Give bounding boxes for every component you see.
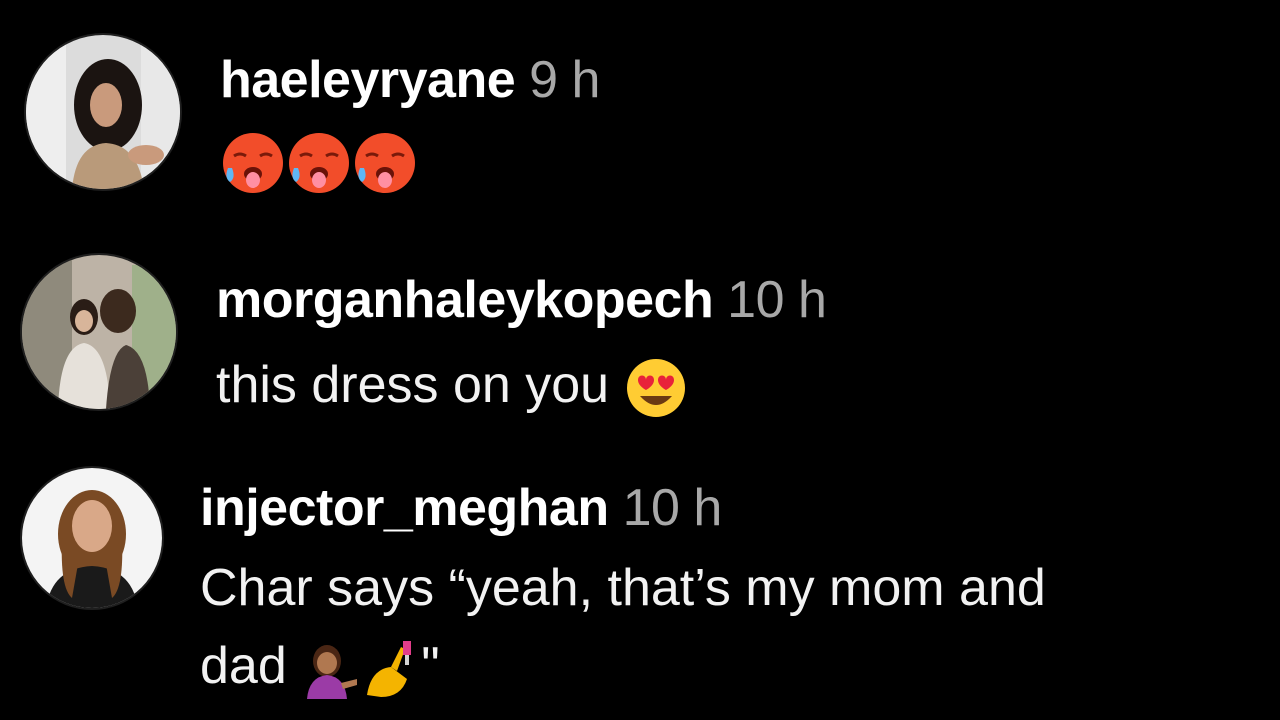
closing-quote: " [421, 637, 440, 695]
avatar[interactable] [24, 33, 182, 191]
timestamp: 10 h [727, 271, 827, 329]
tipping-hand-person-emoji [301, 639, 361, 700]
comment-body-text: Char says “yeah, that’s my mom and [200, 559, 1046, 617]
comment-text-line-1: Char says “yeah, that’s my mom and [200, 558, 1046, 618]
username-link[interactable]: haeleyryane [220, 51, 516, 109]
timestamp: 9 h [529, 51, 600, 109]
hot-face-emoji [220, 130, 286, 196]
hot-face-emoji [352, 130, 418, 196]
avatar[interactable] [20, 466, 164, 610]
comment-header: injector_meghan 10 h [200, 478, 722, 538]
username-link[interactable]: injector_meghan [200, 479, 609, 537]
comment-body-text: dad [200, 637, 287, 695]
comments-page: haeleyryane 9 h morganhaleykopech 10 h t… [0, 0, 1280, 720]
avatar[interactable] [20, 253, 178, 411]
heart-eyes-emoji [624, 356, 688, 420]
hot-face-emoji [286, 130, 352, 196]
comment-text [220, 130, 418, 196]
comment-header: morganhaleykopech 10 h [216, 270, 827, 330]
comment-text-line-2: dad " [200, 636, 440, 700]
comment-header: haeleyryane 9 h [220, 50, 600, 110]
comment-body-text: this dress on you [216, 356, 610, 414]
timestamp: 10 h [622, 479, 723, 537]
comment-text: this dress on you [216, 355, 688, 420]
username-link[interactable]: morganhaleykopech [216, 271, 714, 329]
nail-polish-emoji [361, 639, 421, 699]
